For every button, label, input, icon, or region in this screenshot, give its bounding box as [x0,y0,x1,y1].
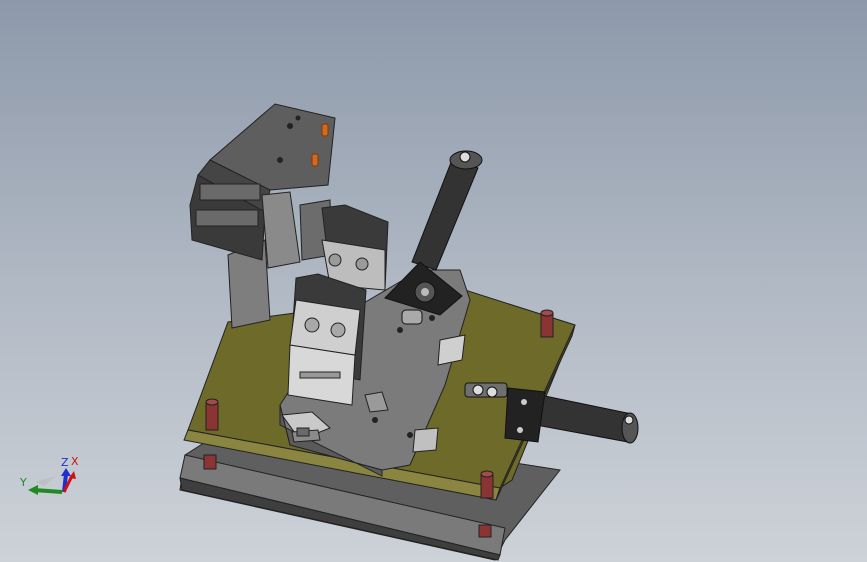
y-axis-arrowhead [28,485,38,495]
y-axis-label: Y [19,476,27,489]
triad-plane-icon [36,476,56,486]
x-axis-label: X [71,455,79,468]
cad-graphics-viewport[interactable]: Y Z X [0,0,867,562]
clamp-head [189,103,336,269]
z-axis-arrowhead [61,468,71,476]
fixture-3d-model[interactable] [0,0,867,562]
coordinate-triad: Y Z X [19,455,79,495]
guide-pin-back-right [540,309,554,338]
linear-guide-upper [321,204,389,291]
z-axis-label: Z [61,456,69,469]
y-axis-arrow [33,488,63,494]
